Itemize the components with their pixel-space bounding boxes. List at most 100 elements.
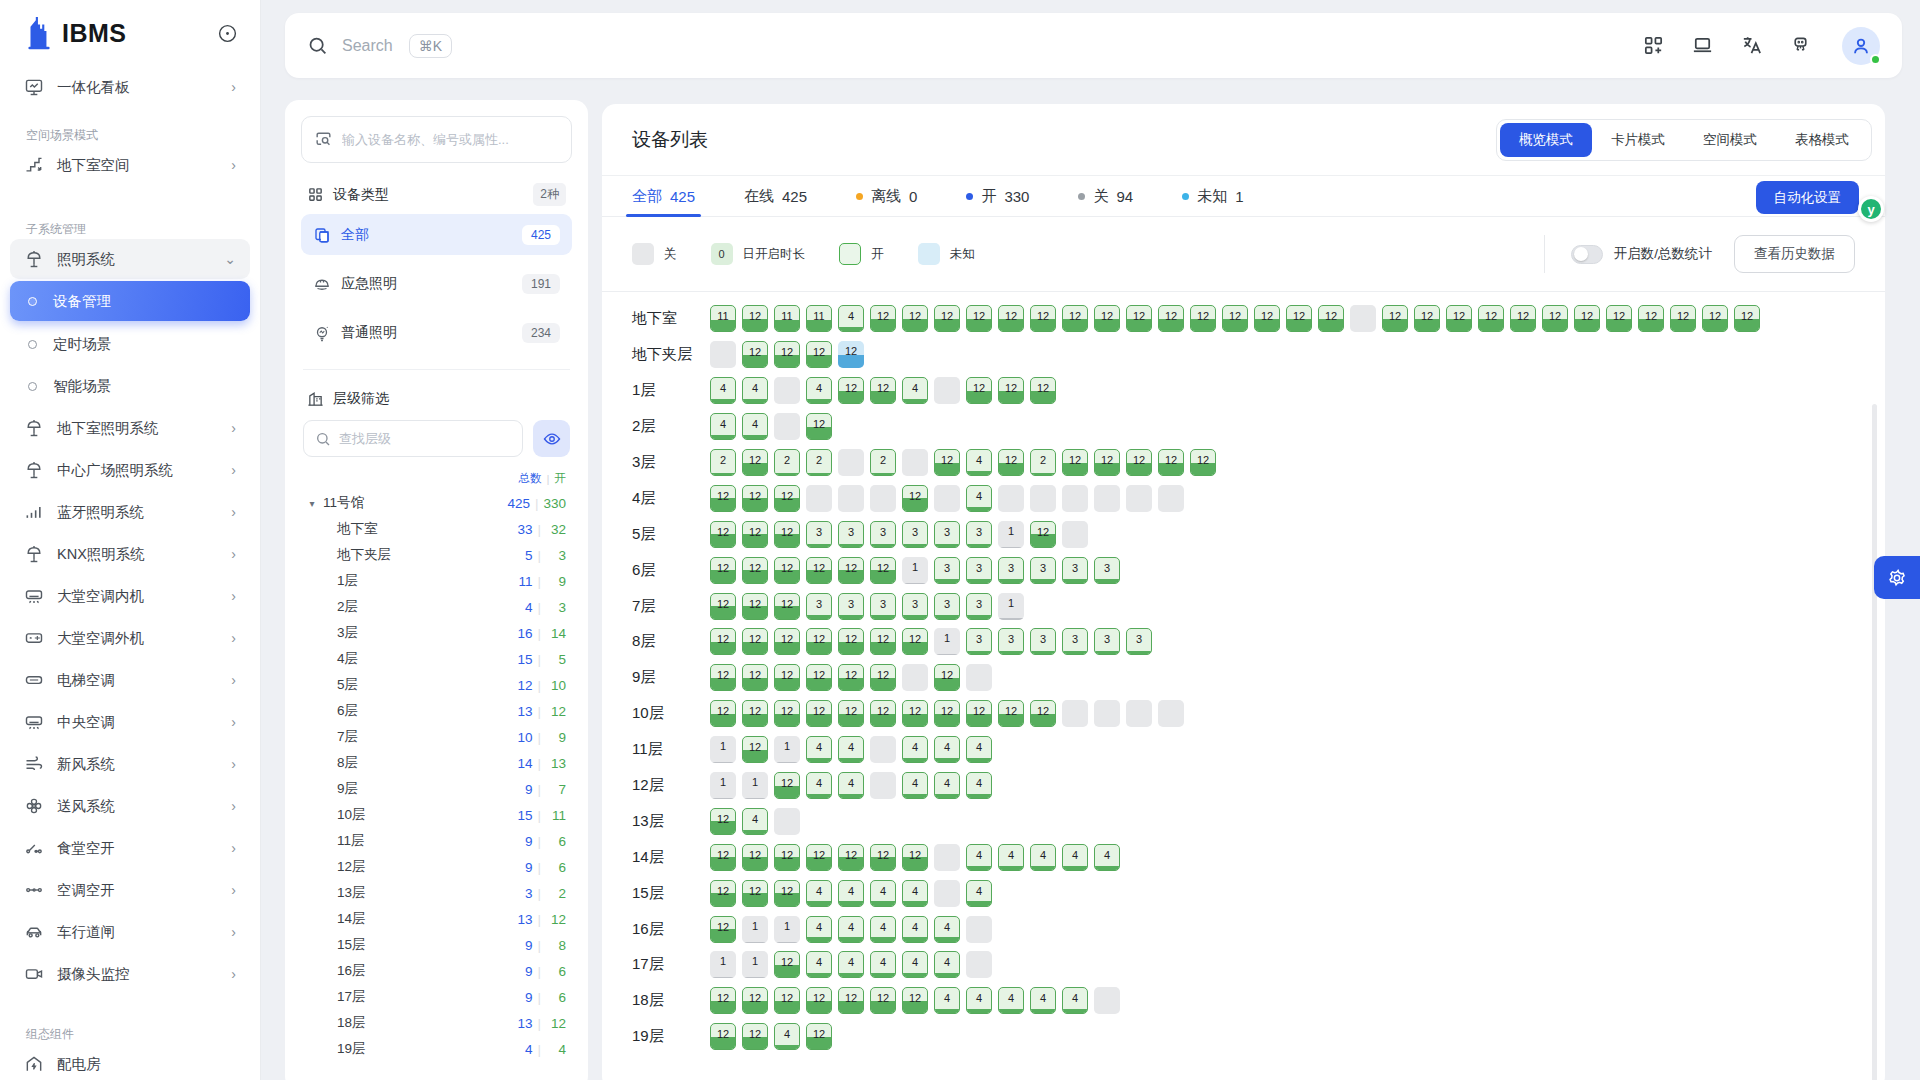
device-cell-on[interactable]: 4 bbox=[838, 772, 864, 799]
sidebar-item-9[interactable]: 中心广场照明系统› bbox=[10, 449, 250, 491]
device-cell-on[interactable]: 12 bbox=[806, 413, 832, 440]
device-cell-on[interactable]: 4 bbox=[806, 377, 832, 404]
global-search[interactable]: Search ⌘K bbox=[307, 34, 1642, 58]
device-cell-on[interactable]: 12 bbox=[710, 1023, 736, 1050]
device-cell-on[interactable]: 12 bbox=[806, 628, 832, 655]
view-mode-3[interactable]: 表格模式 bbox=[1776, 123, 1868, 157]
device-cell-on[interactable]: 12 bbox=[774, 880, 800, 907]
device-cell-on[interactable]: 12 bbox=[838, 844, 864, 871]
sidebar-item-10[interactable]: 蓝牙照明系统› bbox=[10, 491, 250, 533]
device-cell-on[interactable]: 12 bbox=[966, 305, 992, 332]
device-cell-on[interactable]: 3 bbox=[1094, 628, 1120, 655]
device-cell-on[interactable]: 12 bbox=[998, 449, 1024, 476]
tree-row[interactable]: 5层12|10 bbox=[301, 672, 572, 698]
device-cell-on[interactable]: 4 bbox=[934, 772, 960, 799]
device-cell-off[interactable] bbox=[1158, 700, 1184, 727]
device-cell-on[interactable]: 12 bbox=[1286, 305, 1312, 332]
sidebar-item-12[interactable]: 大堂空调内机› bbox=[10, 575, 250, 617]
device-cell-on[interactable]: 4 bbox=[1030, 987, 1056, 1014]
device-cell-on[interactable]: 12 bbox=[870, 305, 896, 332]
device-cell-on[interactable]: 12 bbox=[1382, 305, 1408, 332]
device-cell-on[interactable]: 12 bbox=[806, 700, 832, 727]
toggle-visibility-button[interactable] bbox=[533, 420, 570, 457]
device-cell-off[interactable] bbox=[934, 844, 960, 871]
device-cell-on[interactable]: 12 bbox=[742, 521, 768, 548]
device-cell-on[interactable]: 4 bbox=[934, 916, 960, 943]
device-cell-off[interactable]: 1 bbox=[742, 772, 768, 799]
device-cell-on[interactable]: 12 bbox=[742, 880, 768, 907]
device-cell-on[interactable]: 12 bbox=[1158, 305, 1184, 332]
tree-row[interactable]: 6层13|12 bbox=[301, 698, 572, 724]
device-cell-on[interactable]: 4 bbox=[870, 880, 896, 907]
view-mode-2[interactable]: 空间模式 bbox=[1684, 123, 1776, 157]
device-cell-on[interactable]: 12 bbox=[774, 664, 800, 691]
device-cell-on[interactable]: 3 bbox=[902, 593, 928, 620]
device-cell-unk[interactable]: 12 bbox=[838, 341, 864, 368]
device-cell-on[interactable]: 4 bbox=[1062, 844, 1088, 871]
device-cell-on[interactable]: 3 bbox=[966, 593, 992, 620]
status-tab-全部[interactable]: 全部425 bbox=[632, 176, 695, 216]
device-cell-on[interactable]: 4 bbox=[902, 736, 928, 763]
device-cell-on[interactable]: 12 bbox=[742, 628, 768, 655]
status-tab-关[interactable]: 关94 bbox=[1078, 176, 1133, 216]
device-cell-on[interactable]: 3 bbox=[838, 521, 864, 548]
device-cell-on[interactable]: 12 bbox=[774, 987, 800, 1014]
device-cell-on[interactable]: 4 bbox=[934, 736, 960, 763]
device-cell-on[interactable]: 2 bbox=[870, 449, 896, 476]
device-cell-off[interactable] bbox=[710, 341, 736, 368]
device-cell-on[interactable]: 3 bbox=[902, 521, 928, 548]
sidebar-item-17[interactable]: 送风系统› bbox=[10, 785, 250, 827]
device-cell-on[interactable]: 12 bbox=[710, 916, 736, 943]
device-cell-off[interactable] bbox=[870, 772, 896, 799]
device-cell-on[interactable]: 12 bbox=[710, 700, 736, 727]
device-cell-off[interactable]: 1 bbox=[998, 521, 1024, 548]
device-type-0[interactable]: 全部425 bbox=[301, 214, 572, 255]
view-mode-0[interactable]: 概览模式 bbox=[1500, 123, 1592, 157]
device-cell-on[interactable]: 12 bbox=[710, 664, 736, 691]
device-type-1[interactable]: 应急照明191 bbox=[301, 263, 572, 304]
device-cell-on[interactable]: 12 bbox=[966, 377, 992, 404]
device-cell-on[interactable]: 12 bbox=[838, 664, 864, 691]
device-cell-on[interactable]: 12 bbox=[998, 700, 1024, 727]
device-cell-on[interactable]: 12 bbox=[710, 521, 736, 548]
device-cell-on[interactable]: 12 bbox=[838, 377, 864, 404]
device-cell-off[interactable]: 1 bbox=[742, 951, 768, 978]
status-tab-在线[interactable]: 在线425 bbox=[744, 176, 807, 216]
device-cell-on[interactable]: 12 bbox=[742, 700, 768, 727]
device-cell-on[interactable]: 12 bbox=[838, 700, 864, 727]
device-cell-on[interactable]: 12 bbox=[1030, 305, 1056, 332]
device-cell-on[interactable]: 4 bbox=[1030, 844, 1056, 871]
device-cell-on[interactable]: 12 bbox=[902, 700, 928, 727]
device-cell-on[interactable]: 2 bbox=[806, 449, 832, 476]
extension-badge[interactable]: y bbox=[1858, 196, 1884, 222]
device-cell-off[interactable] bbox=[774, 808, 800, 835]
device-cell-on[interactable]: 12 bbox=[806, 664, 832, 691]
avatar[interactable] bbox=[1842, 27, 1880, 65]
device-cell-off[interactable]: 1 bbox=[710, 736, 736, 763]
device-cell-off[interactable] bbox=[998, 485, 1024, 512]
device-cell-on[interactable]: 12 bbox=[710, 593, 736, 620]
device-cell-on[interactable]: 12 bbox=[998, 377, 1024, 404]
tree-row[interactable]: 8层14|13 bbox=[301, 750, 572, 776]
device-cell-on[interactable]: 12 bbox=[934, 305, 960, 332]
caret-down-icon[interactable]: ▾ bbox=[301, 498, 323, 509]
device-cell-on[interactable]: 12 bbox=[1510, 305, 1536, 332]
device-cell-on[interactable]: 12 bbox=[1094, 449, 1120, 476]
sidebar-item-4[interactable]: 照明系统⌄ bbox=[10, 239, 250, 279]
device-cell-off[interactable] bbox=[1094, 485, 1120, 512]
device-cell-on[interactable]: 4 bbox=[838, 305, 864, 332]
device-cell-on[interactable]: 12 bbox=[934, 700, 960, 727]
device-cell-on[interactable]: 4 bbox=[806, 772, 832, 799]
device-cell-on[interactable]: 12 bbox=[1670, 305, 1696, 332]
device-cell-on[interactable]: 12 bbox=[966, 700, 992, 727]
device-cell-off[interactable] bbox=[934, 880, 960, 907]
sidebar-item-11[interactable]: KNX照明系统› bbox=[10, 533, 250, 575]
device-cell-on[interactable]: 12 bbox=[774, 772, 800, 799]
device-cell-on[interactable]: 12 bbox=[742, 987, 768, 1014]
status-tab-未知[interactable]: 未知1 bbox=[1182, 176, 1243, 216]
device-cell-off[interactable] bbox=[902, 664, 928, 691]
device-cell-on[interactable]: 12 bbox=[1190, 449, 1216, 476]
tree-row[interactable]: 11层9|6 bbox=[301, 828, 572, 854]
device-cell-off[interactable] bbox=[1062, 521, 1088, 548]
device-cell-on[interactable]: 3 bbox=[1094, 557, 1120, 584]
